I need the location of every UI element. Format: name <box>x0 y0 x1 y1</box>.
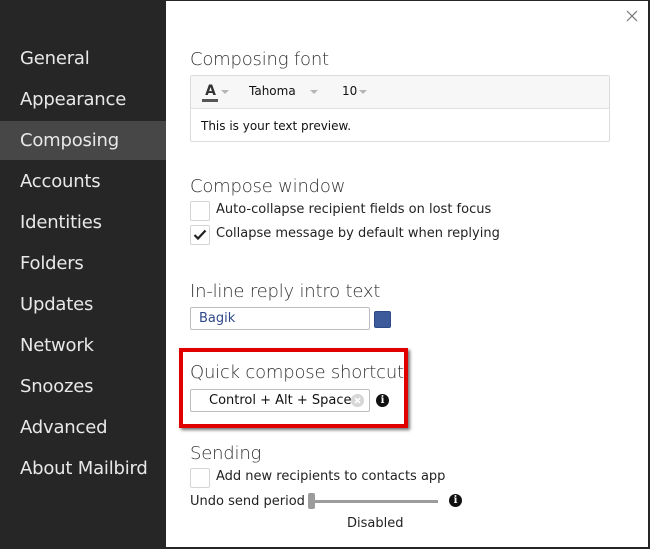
font-size-chevron-down-icon[interactable] <box>359 90 367 94</box>
sidebar-item-accounts[interactable]: Accounts <box>0 162 166 201</box>
undo-send-slider-thumb[interactable] <box>308 493 315 509</box>
text-preview: This is your text preview. <box>201 119 352 133</box>
composing-font-editor: A Tahoma 10 This is your text preview. <box>190 75 610 142</box>
checkmark-icon <box>193 229 207 241</box>
collapse-message-label[interactable]: Collapse message by default when replyin… <box>216 226 500 241</box>
sidebar-item-network[interactable]: Network <box>0 326 166 365</box>
sidebar-item-advanced[interactable]: Advanced <box>0 408 166 447</box>
sidebar-item-updates[interactable]: Updates <box>0 285 166 324</box>
quick-compose-heading: Quick compose shortcut <box>190 362 404 383</box>
inline-reply-heading: In-line reply intro text <box>190 281 381 302</box>
inline-reply-color-picker[interactable] <box>374 311 391 328</box>
font-family-chevron-down-icon[interactable] <box>310 90 318 94</box>
quick-compose-shortcut-input[interactable]: Control + Alt + Space <box>190 389 370 412</box>
add-recipients-label[interactable]: Add new recipients to contacts app <box>216 469 445 484</box>
sidebar-item-about-mailbird[interactable]: About Mailbird <box>0 449 166 488</box>
shortcut-value: Control + Alt + Space <box>209 393 352 408</box>
font-color-dropdown-icon[interactable] <box>221 90 229 94</box>
sidebar-item-general[interactable]: General <box>0 39 166 78</box>
auto-collapse-label[interactable]: Auto-collapse recipient fields on lost f… <box>216 202 491 217</box>
settings-sidebar: General Appearance Composing Accounts Id… <box>0 0 166 549</box>
close-icon[interactable] <box>625 9 639 23</box>
font-toolbar: A Tahoma 10 <box>191 76 609 109</box>
sidebar-item-appearance[interactable]: Appearance <box>0 80 166 119</box>
font-color-indicator <box>202 99 218 102</box>
undo-send-info-icon[interactable]: i <box>449 494 462 507</box>
font-family-select[interactable]: Tahoma <box>249 84 296 98</box>
undo-send-value: Disabled <box>347 516 404 531</box>
font-size-select[interactable]: 10 <box>342 84 357 98</box>
composing-font-heading: Composing font <box>190 49 329 70</box>
quick-compose-highlight-box <box>179 348 408 428</box>
quick-compose-info-icon[interactable]: i <box>376 394 389 407</box>
collapse-message-checkbox[interactable] <box>190 225 210 245</box>
sidebar-item-identities[interactable]: Identities <box>0 203 166 242</box>
inline-reply-input[interactable]: Bagik <box>190 307 370 330</box>
sidebar-item-folders[interactable]: Folders <box>0 244 166 283</box>
compose-window-heading: Compose window <box>190 176 346 197</box>
add-recipients-checkbox[interactable] <box>190 468 210 488</box>
sidebar-item-composing[interactable]: Composing <box>0 121 166 160</box>
clear-shortcut-icon[interactable] <box>351 394 364 407</box>
sidebar-item-snoozes[interactable]: Snoozes <box>0 367 166 406</box>
undo-send-slider-track[interactable] <box>314 500 438 503</box>
sending-heading: Sending <box>190 443 262 464</box>
auto-collapse-checkbox[interactable] <box>190 201 210 221</box>
font-color-icon[interactable]: A <box>203 83 218 99</box>
composing-settings-panel: Composing font A Tahoma 10 This is your … <box>166 1 648 547</box>
undo-send-label: Undo send period <box>190 494 305 509</box>
